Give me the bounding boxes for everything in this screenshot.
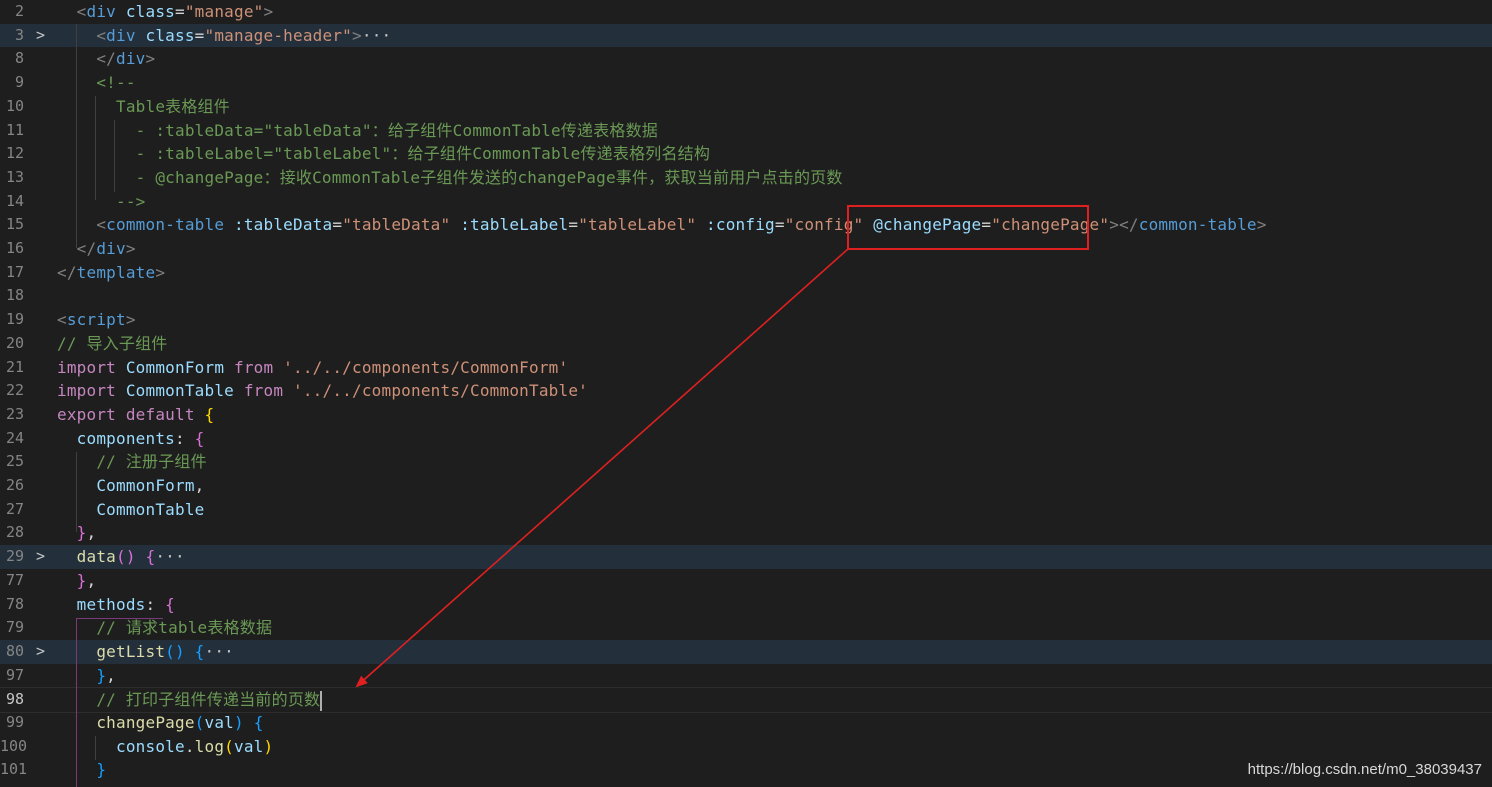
watermark-text: https://blog.csdn.net/m0_38039437 [1247, 761, 1482, 778]
annotation-arrow [355, 248, 849, 688]
code-editor[interactable]: 2 <div class="manage"> 3 > <div class="man… [0, 0, 1492, 787]
